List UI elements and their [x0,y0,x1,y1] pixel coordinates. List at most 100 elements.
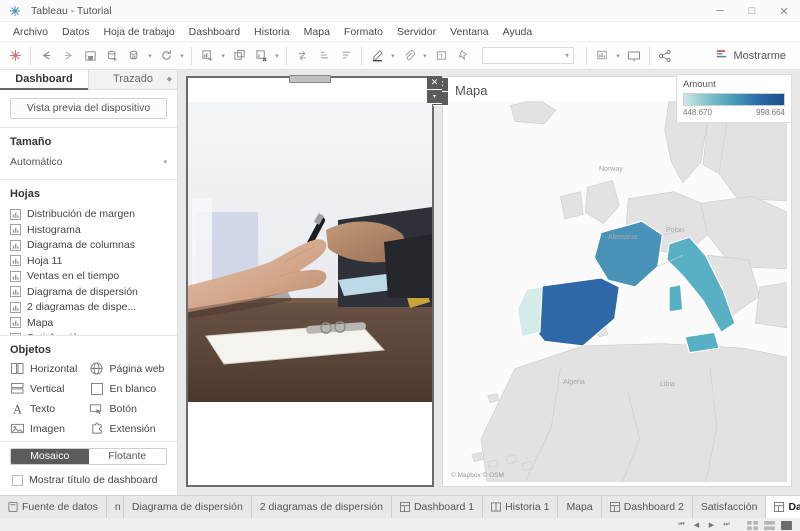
image-object[interactable]: ✕ ▾ [186,75,448,487]
sheet-tab-dashboard-2[interactable]: Dashboard 2 [601,496,693,518]
sheet-tab-mapa[interactable]: Mapa [558,496,602,518]
save-icon[interactable] [79,45,101,67]
sheet-tab-diagrama-de-dispersi-n[interactable]: Diagrama de dispersión [123,496,252,518]
size-select[interactable]: Automático ▾ [10,153,167,171]
minimize-button[interactable]: ─ [704,0,736,22]
refresh-icon[interactable] [155,45,177,67]
object-item-vertical[interactable]: Vertical [10,381,88,397]
device-preview-button[interactable]: Vista previa del dispositivo [10,97,167,119]
sheet-tab-dashboard-3[interactable]: Dashboard 3 [766,496,800,518]
clear-sheet-caret-icon[interactable]: ▾ [272,45,282,67]
next-sheet-button[interactable]: ▶ [705,519,718,531]
dashboard-icon [774,502,785,512]
object-item-en-blanco[interactable]: En blanco [90,381,168,397]
refresh-caret-icon[interactable]: ▾ [177,45,187,67]
sheets-list[interactable]: Distribución de margen Histograma Diagrama… [0,207,177,336]
fit-combo[interactable]: ▾ [482,47,574,64]
tableau-home-icon[interactable] [4,45,26,67]
pause-caret-icon[interactable]: ▾ [145,45,155,67]
presentation-mode-icon[interactable] [623,45,645,67]
add-data-source-icon[interactable] [101,45,123,67]
new-worksheet-caret-icon[interactable]: ▾ [218,45,228,67]
menu-archivo[interactable]: Archivo [6,24,55,40]
duplicate-sheet-icon[interactable] [228,45,250,67]
sheet-item[interactable]: Diagrama de dispersión [10,284,167,300]
map-object-close-button[interactable]: ✕ [427,76,442,90]
sheet-tab-2-diagramas-de-dispersi-n[interactable]: 2 diagramas de dispersión [251,496,392,518]
view-tabs-button[interactable] [779,519,794,531]
sheet-item[interactable]: Histograma [10,222,167,238]
sort-descending-icon[interactable] [335,45,357,67]
show-highlighter-icon[interactable] [591,45,613,67]
sort-ascending-icon[interactable] [313,45,335,67]
fix-axis-pin-icon[interactable] [452,45,474,67]
mode-tiled-button[interactable]: Mosaico [11,448,89,464]
paperclip-icon[interactable] [398,45,420,67]
previous-sheet-button[interactable]: ◀ [690,519,703,531]
text-box-icon[interactable]: T [430,45,452,67]
menu-servidor[interactable]: Servidor [390,24,443,40]
maximize-button[interactable]: □ [736,0,768,22]
drag-handle[interactable] [289,75,331,83]
show-dashboard-title-checkbox[interactable] [12,474,23,486]
back-arrow-icon[interactable] [35,45,57,67]
sheet-tab-satisfacci-n[interactable]: Satisfacción [692,496,767,518]
view-sheetsorter-button[interactable] [762,519,777,531]
menu-mapa[interactable]: Mapa [297,24,337,40]
menu-datos[interactable]: Datos [55,24,96,40]
highlight-caret-icon[interactable]: ▾ [388,45,398,67]
sheet-tab-n-el-tiempo[interactable]: n el tiempo [106,496,124,518]
menu-hoja-de-trabajo[interactable]: Hoja de trabajo [96,24,181,40]
toolbar-divider-6 [649,46,650,65]
sheet-item-label: Diagrama de dispersión [27,285,138,298]
pause-data-source-icon[interactable] [123,45,145,67]
menu-formato[interactable]: Formato [337,24,390,40]
show-highlighter-caret-icon[interactable]: ▾ [613,45,623,67]
sheet-item[interactable]: Diagrama de columnas [10,238,167,254]
close-button[interactable]: ✕ [768,0,800,22]
sheet-item[interactable]: 2 diagramas de dispe... [10,300,167,316]
sheet-tab-dashboard-1[interactable]: Dashboard 1 [391,496,484,518]
share-icon[interactable] [654,45,676,67]
object-item-p-gina-web[interactable]: Página web [90,361,168,377]
swap-rows-columns-icon[interactable] [291,45,313,67]
menu-historia[interactable]: Historia [247,24,297,40]
sheet-tab-label: Historia 1 [505,501,550,513]
menu-ayuda[interactable]: Ayuda [496,24,540,40]
menu-ventana[interactable]: Ventana [443,24,496,40]
forward-arrow-icon[interactable] [57,45,79,67]
sheet-item[interactable]: Hoja 11 [10,253,167,269]
object-item-texto[interactable]: A Texto [10,401,88,417]
sheet-item[interactable]: Mapa [10,315,167,331]
show-dashboard-title-row[interactable]: Mostrar título de dashboard [12,474,165,486]
map-canvas[interactable]: © Mapbox © OSM Norway Alemania Polon Algeri… [447,101,787,482]
mode-floating-button[interactable]: Flotante [88,448,166,464]
object-item-imagen[interactable]: Imagen [10,421,88,437]
sheet-tab-historia-1[interactable]: Historia 1 [483,496,559,518]
sheet-item[interactable]: Ventas en el tiempo [10,269,167,285]
show-me-button[interactable]: Mostrarme [709,45,792,67]
tab-dashboard[interactable]: Dashboard [0,70,88,90]
sheet-item[interactable]: Distribución de margen [10,207,167,223]
object-item-extensi-n[interactable]: Extensión [90,421,168,437]
dashboard-canvas[interactable]: ✕ ▾ Mapa [178,70,800,495]
worksheet-icon [10,332,21,336]
tab-trazado[interactable]: Trazado ◆ [88,70,177,89]
new-worksheet-icon[interactable] [196,45,218,67]
color-legend[interactable]: Amount 448.670 998.664 [676,74,792,123]
view-filmstrip-button[interactable] [745,519,760,531]
object-item-bot-n[interactable]: Botón [90,401,168,417]
worksheet-icon [10,317,21,329]
first-sheet-button[interactable]: ⏮ [675,519,688,531]
worksheet-icon [10,239,21,251]
highlight-pen-icon[interactable] [366,45,388,67]
clear-sheet-icon[interactable] [250,45,272,67]
legend-title: Amount [683,79,716,90]
paperclip-caret-icon[interactable]: ▾ [420,45,430,67]
menu-dashboard[interactable]: Dashboard [182,24,247,40]
map-object-menu-button[interactable]: ▾ [427,90,442,104]
last-sheet-button[interactable]: ⏭ [720,519,733,531]
sheet-tab-fuente-de-datos[interactable]: Fuente de datos [0,496,107,518]
map-object[interactable]: Mapa © Mapbox © OSM Norway Alemania Polo… [427,76,792,487]
object-item-horizontal[interactable]: Horizontal [10,361,88,377]
